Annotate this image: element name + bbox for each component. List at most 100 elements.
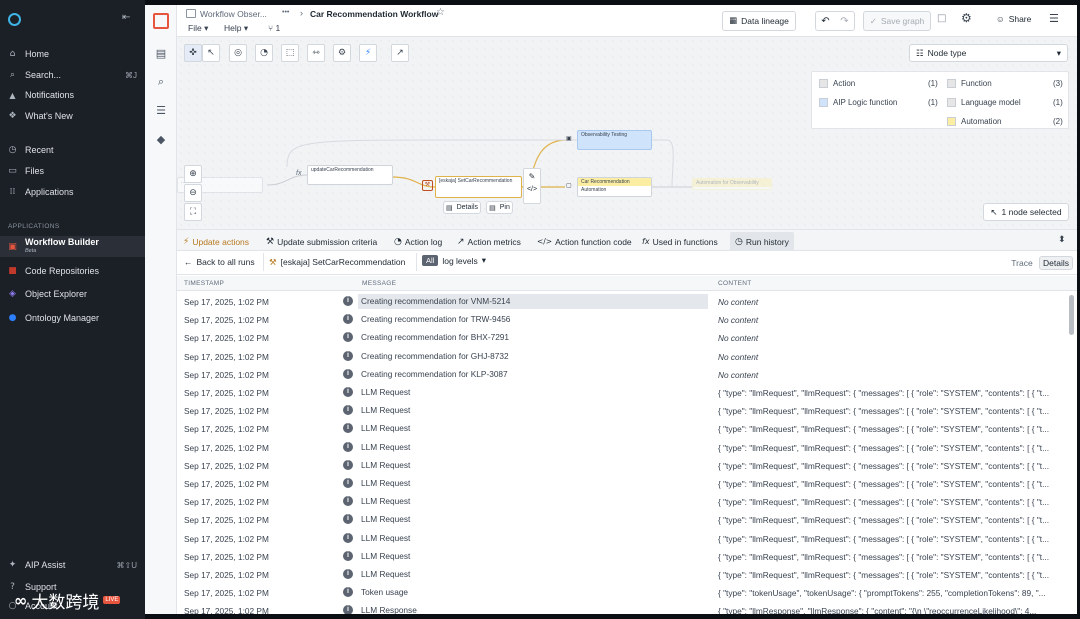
table-row[interactable]: Sep 17, 2025, 1:02 PM i LLM Request { "type… — [177, 475, 1072, 493]
table-row[interactable]: Sep 17, 2025, 1:02 PM i LLM Request { "type… — [177, 420, 1072, 438]
branch-count[interactable]: ⑂ 1 — [268, 23, 280, 33]
row-message[interactable]: Token usage — [358, 585, 708, 600]
row-message[interactable]: Creating recommendation for VNM-5214 — [358, 294, 708, 309]
row-content[interactable]: { "type": "llmRequest", "llmRequest": { … — [718, 388, 1060, 398]
sidebar-item-files[interactable]: ▭ Files — [7, 162, 137, 180]
row-message[interactable]: LLM Request — [358, 549, 708, 564]
tab-run-history[interactable]: ◷ Run history — [730, 232, 794, 251]
logo-icon[interactable] — [8, 13, 21, 26]
trace-toggle[interactable]: Trace — [1007, 256, 1037, 270]
back-to-all-runs-button[interactable]: ← Back to all runs — [184, 257, 255, 267]
row-message[interactable]: LLM Request — [358, 476, 708, 491]
tab-update-submission-criteria[interactable]: ⚒ Update submission criteria — [266, 234, 377, 249]
table-row[interactable]: Sep 17, 2025, 1:02 PM i LLM Request { "type… — [177, 457, 1072, 475]
save-graph-button[interactable]: ✓ Save graph — [863, 11, 931, 31]
table-row[interactable]: Sep 17, 2025, 1:02 PM i LLM Request { "type… — [177, 566, 1072, 584]
row-content[interactable]: No content — [718, 352, 1060, 362]
table-row[interactable]: Sep 17, 2025, 1:02 PM i LLM Request { "type… — [177, 530, 1072, 548]
undo-icon[interactable]: ↶ — [816, 16, 835, 27]
sidebar-item-whats-new[interactable]: ❖ What's New — [7, 107, 137, 125]
row-message[interactable]: LLM Request — [358, 531, 708, 546]
row-content[interactable]: No content — [718, 333, 1060, 343]
graph-node-observability-testing[interactable]: ▣ Observability Testing — [566, 130, 652, 150]
breadcrumb-more[interactable]: ••• — [282, 9, 289, 16]
share-button[interactable]: ☺ Share — [996, 14, 1031, 24]
panel-icon[interactable]: ▤ — [153, 47, 169, 63]
log-levels-select[interactable]: All log levels ▾ — [422, 255, 486, 266]
table-row[interactable]: Sep 17, 2025, 1:02 PM i Creating recommend… — [177, 348, 1072, 366]
row-message[interactable]: LLM Request — [358, 458, 708, 473]
sidebar-item-home[interactable]: ⌂ Home — [7, 45, 137, 63]
row-message[interactable]: LLM Request — [358, 567, 708, 582]
node-selection-count[interactable]: ↖ 1 node selected — [983, 203, 1069, 221]
graph-node-selected[interactable]: ⚒ [eskaja] SetCarRecommendation — [422, 176, 522, 198]
edit-icon[interactable]: ✎ — [524, 172, 540, 181]
row-content[interactable]: { "type": "llmRequest", "llmRequest": { … — [718, 461, 1060, 471]
sidebar-item-recent[interactable]: ◷ Recent — [7, 141, 137, 159]
list-menu-icon[interactable]: ☰ — [1049, 12, 1059, 25]
row-content[interactable]: { "type": "llmRequest", "llmRequest": { … — [718, 443, 1060, 453]
table-row[interactable]: Sep 17, 2025, 1:02 PM i LLM Response { "typ… — [177, 602, 1072, 614]
graph-node-update-car-recommendation[interactable]: fx updateCarRecommendation — [296, 165, 393, 185]
row-content[interactable]: { "type": "llmRequest", "llmRequest": { … — [718, 406, 1060, 416]
sidebar-app-workflow-builder[interactable]: ▣ Workflow Builder Beta — [0, 236, 145, 257]
row-message[interactable]: LLM Request — [358, 512, 708, 527]
menu-help[interactable]: Help ▾ — [224, 23, 248, 34]
sidebar-item-notifications[interactable]: ▲ Notifications — [7, 86, 137, 104]
row-content[interactable]: No content — [718, 315, 1060, 325]
sidebar-item-aip-assist[interactable]: ✦ AIP Assist ⌘⇧U — [7, 556, 137, 574]
row-content[interactable]: { "type": "llmRequest", "llmRequest": { … — [718, 424, 1060, 434]
tab-used-in-functions[interactable]: fx Used in functions — [642, 234, 718, 249]
sidebar-app-object-explorer[interactable]: ◈ Object Explorer — [7, 285, 137, 303]
cube-icon[interactable]: ◆ — [153, 133, 169, 149]
menu-file[interactable]: File ▾ — [188, 23, 208, 34]
graph-node-car-recommendation-automation[interactable]: ▢ Car Recommendation Automation — [566, 177, 652, 197]
row-message[interactable]: Creating recommendation for BHX-7291 — [358, 330, 708, 345]
star-icon[interactable]: ☆ — [436, 7, 445, 18]
table-row[interactable]: Sep 17, 2025, 1:02 PM i LLM Request { "type… — [177, 548, 1072, 566]
code-icon[interactable]: </> — [524, 186, 540, 193]
row-content[interactable]: { "type": "llmRequest", "llmRequest": { … — [718, 552, 1060, 562]
table-row[interactable]: Sep 17, 2025, 1:02 PM i LLM Request { "type… — [177, 439, 1072, 457]
search-icon[interactable]: ⌕ — [153, 75, 169, 91]
row-content[interactable]: { "type": "llmResponse", "llmResponse": … — [718, 606, 1060, 614]
row-content[interactable]: { "type": "llmRequest", "llmRequest": { … — [718, 570, 1060, 580]
row-content[interactable]: No content — [718, 297, 1060, 307]
sidebar-app-ontology-manager[interactable]: ● Ontology Manager — [7, 309, 137, 327]
trash-icon[interactable]: □ — [937, 13, 946, 24]
row-message[interactable]: LLM Request — [358, 421, 708, 436]
workflow-builder-logo-icon[interactable] — [153, 13, 169, 29]
breadcrumb[interactable]: Workflow Obser... — [200, 9, 267, 19]
row-message[interactable]: LLM Request — [358, 403, 708, 418]
row-message[interactable]: LLM Response — [358, 603, 708, 614]
fit-view-icon[interactable]: ⛶ — [184, 203, 202, 221]
row-content[interactable]: { "type": "llmRequest", "llmRequest": { … — [718, 479, 1060, 489]
details-toggle[interactable]: Details — [1039, 256, 1073, 270]
redo-icon[interactable]: ↷ — [835, 16, 854, 27]
row-content[interactable]: { "type": "llmRequest", "llmRequest": { … — [718, 497, 1060, 507]
sidebar-app-code-repositories[interactable]: ■ Code Repositories — [7, 262, 137, 280]
row-message[interactable]: LLM Request — [358, 494, 708, 509]
list-icon[interactable]: ☰ — [153, 104, 169, 120]
row-message[interactable]: Creating recommendation for GHJ-8732 — [358, 349, 708, 364]
row-content[interactable]: { "type": "llmRequest", "llmRequest": { … — [718, 515, 1060, 525]
table-row[interactable]: Sep 17, 2025, 1:02 PM i Creating recommend… — [177, 311, 1072, 329]
table-row[interactable]: Sep 17, 2025, 1:02 PM i Creating recommend… — [177, 293, 1072, 311]
sidebar-item-search[interactable]: ⌕ Search... ⌘J — [7, 66, 137, 84]
row-content[interactable]: { "type": "tokenUsage", "tokenUsage": { … — [718, 588, 1060, 598]
table-row[interactable]: Sep 17, 2025, 1:02 PM i Creating recommend… — [177, 329, 1072, 347]
table-row[interactable]: Sep 17, 2025, 1:02 PM i LLM Request { "type… — [177, 493, 1072, 511]
row-content[interactable]: No content — [718, 370, 1060, 380]
zoom-in-icon[interactable]: ⊕ — [184, 165, 202, 183]
row-message[interactable]: LLM Request — [358, 385, 708, 400]
table-row[interactable]: Sep 17, 2025, 1:02 PM i Token usage { "type… — [177, 584, 1072, 602]
tab-action-function-code[interactable]: </> Action function code — [537, 234, 632, 249]
tab-update-actions[interactable]: ⚡ Update actions — [183, 234, 249, 249]
gear-icon[interactable]: ⚙ — [961, 11, 972, 25]
sidebar-item-applications[interactable]: ⁞⁞ Applications — [7, 183, 137, 201]
node-pin-button[interactable]: ▤ Pin — [486, 201, 513, 214]
collapse-sidebar-icon[interactable]: ⇤ — [122, 12, 130, 23]
table-row[interactable]: Sep 17, 2025, 1:02 PM i Creating recommend… — [177, 366, 1072, 384]
row-message[interactable]: LLM Request — [358, 440, 708, 455]
graph-node-automation-observability[interactable]: Automation for Observability — [692, 178, 772, 190]
